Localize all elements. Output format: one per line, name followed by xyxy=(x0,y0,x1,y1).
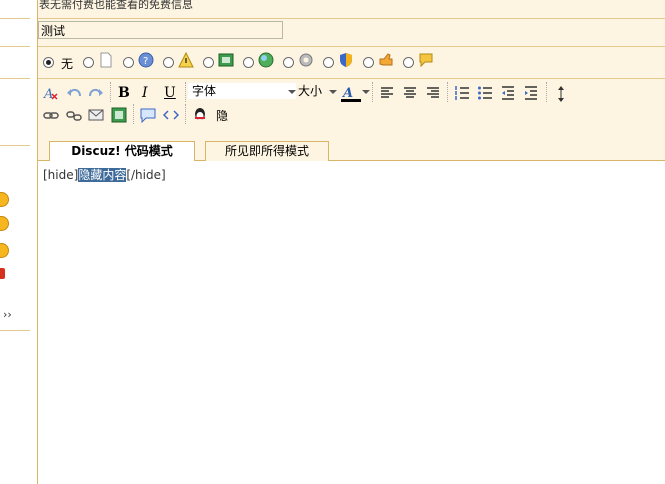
post-icon-radio[interactable] xyxy=(123,57,134,68)
divider xyxy=(0,78,30,79)
editor-content[interactable]: [hide]隐藏内容[/hide] xyxy=(43,166,166,183)
undo-icon[interactable] xyxy=(66,85,82,101)
italic-icon[interactable]: I xyxy=(142,85,158,101)
font-color-icon[interactable]: A xyxy=(341,85,361,102)
gear-icon xyxy=(298,52,314,68)
left-panel xyxy=(0,0,30,484)
clear-format-icon[interactable]: A xyxy=(43,85,59,102)
ordered-list-icon[interactable] xyxy=(454,85,470,101)
toolbar-separator xyxy=(185,82,187,102)
underline-icon[interactable]: U xyxy=(164,85,180,101)
outdent-icon[interactable] xyxy=(500,85,516,101)
post-icon-radio[interactable] xyxy=(243,57,254,68)
chevron-down-icon[interactable] xyxy=(362,90,370,94)
unlink-icon[interactable] xyxy=(66,107,82,123)
editor-text-after: [/hide] xyxy=(126,168,166,182)
notice-text: 表无需付费也能查看的免费信息 xyxy=(39,0,193,11)
post-icon-none-label: 无 xyxy=(61,57,74,71)
smiley-icon[interactable] xyxy=(0,268,5,279)
subject-input[interactable] xyxy=(38,21,283,39)
insert-image-icon[interactable] xyxy=(111,107,127,123)
divider xyxy=(0,46,30,47)
resize-arrows-icon[interactable] xyxy=(553,85,569,102)
editor-text-before: [hide] xyxy=(43,168,79,182)
toolbar-separator xyxy=(110,82,112,102)
post-icon-radio-none[interactable] xyxy=(43,57,54,68)
chevron-down-icon[interactable] xyxy=(329,90,337,94)
link-icon[interactable] xyxy=(43,107,59,123)
font-select-label: 字体 xyxy=(192,84,217,98)
divider xyxy=(0,145,30,146)
toolbar-separator xyxy=(447,82,449,102)
qq-icon[interactable] xyxy=(192,107,208,123)
email-icon[interactable] xyxy=(88,107,104,123)
image-icon xyxy=(218,52,234,68)
toolbar-separator xyxy=(185,104,187,124)
question-icon: ? xyxy=(138,52,154,68)
divider xyxy=(0,18,30,19)
editor-text-selected: 隐藏内容 xyxy=(78,168,127,182)
editor-area[interactable] xyxy=(38,161,665,484)
page-icon xyxy=(98,52,114,68)
toolbar-separator xyxy=(546,82,548,102)
more-smilies-link[interactable]: ›› xyxy=(3,308,12,321)
svg-text:A: A xyxy=(43,87,53,101)
chevron-down-icon[interactable] xyxy=(288,90,296,94)
unordered-list-icon[interactable] xyxy=(477,85,493,101)
shield-icon xyxy=(338,52,354,68)
divider xyxy=(0,330,30,331)
post-icon-radio[interactable] xyxy=(283,57,294,68)
post-icon-radio[interactable] xyxy=(363,57,374,68)
thumb-icon xyxy=(378,52,394,68)
align-left-icon[interactable] xyxy=(379,85,395,101)
tab-code-mode[interactable]: Discuz! 代码模式 xyxy=(49,141,195,162)
redo-icon[interactable] xyxy=(88,85,104,101)
svg-text:?: ? xyxy=(143,56,148,67)
toolbar-separator xyxy=(133,104,135,124)
toolbar-separator xyxy=(372,82,374,102)
size-select-label: 大小 xyxy=(298,84,323,98)
align-right-icon[interactable] xyxy=(425,85,441,101)
post-icon-radio[interactable] xyxy=(163,57,174,68)
speech-bubble-icon xyxy=(418,52,434,68)
quote-icon[interactable] xyxy=(140,107,156,124)
code-icon[interactable] xyxy=(162,107,180,123)
indent-icon[interactable] xyxy=(523,85,539,101)
post-icon-radio[interactable] xyxy=(203,57,214,68)
svg-text:A: A xyxy=(341,86,353,101)
hide-button[interactable]: 隐 xyxy=(216,107,228,124)
tab-wysiwyg-mode[interactable]: 所见即所得模式 xyxy=(205,141,329,161)
align-center-icon[interactable] xyxy=(402,85,418,101)
post-icon-radio[interactable] xyxy=(403,57,414,68)
bold-icon[interactable]: B xyxy=(118,85,134,101)
font-select[interactable]: 字体 xyxy=(188,83,296,99)
post-icon-radio[interactable] xyxy=(83,57,94,68)
warning-icon xyxy=(178,51,194,68)
globe-icon xyxy=(258,52,274,68)
post-icon-radio[interactable] xyxy=(323,57,334,68)
